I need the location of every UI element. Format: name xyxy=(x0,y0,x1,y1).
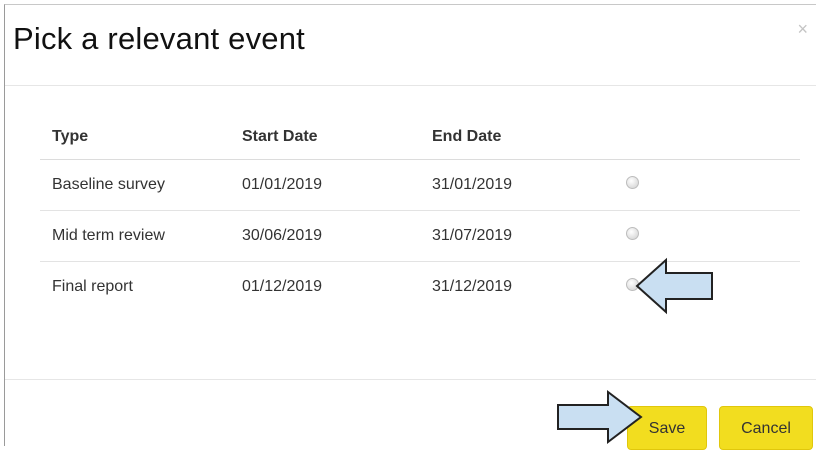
column-header-type: Type xyxy=(40,115,230,160)
column-header-select xyxy=(610,115,800,160)
dialog-title: Pick a relevant event xyxy=(13,21,305,56)
start-date-cell: 01/12/2019 xyxy=(242,278,323,295)
pick-event-dialog: Pick a relevant event × Type Start Date … xyxy=(4,4,816,450)
table-row: Mid term review 30/06/2019 31/07/2019 xyxy=(40,210,800,262)
dialog-header: Pick a relevant event × xyxy=(5,5,816,86)
event-type-cell: Final report xyxy=(52,278,133,295)
end-date-cell: 31/07/2019 xyxy=(420,210,610,262)
end-date-cell: 31/12/2019 xyxy=(432,278,513,295)
select-cell xyxy=(610,210,800,262)
table-row: Baseline survey 01/01/2019 31/01/2019 xyxy=(40,159,800,211)
dialog-footer: Save Cancel xyxy=(5,379,816,450)
column-header-end-date: End Date xyxy=(420,115,610,160)
table-header-row: Type Start Date End Date xyxy=(40,115,800,160)
close-icon[interactable]: × xyxy=(797,19,808,40)
end-date-cell: 31/01/2019 xyxy=(420,159,610,211)
start-date-cell: 01/01/2019 xyxy=(230,159,420,211)
event-radio-mid-term-review[interactable] xyxy=(626,227,639,240)
event-type-cell: Baseline survey xyxy=(40,159,230,211)
arrow-right-icon xyxy=(557,389,643,445)
cancel-button[interactable]: Cancel xyxy=(719,406,813,450)
start-date-cell: 30/06/2019 xyxy=(230,210,420,262)
column-header-start-date: Start Date xyxy=(230,115,420,160)
arrow-left-icon xyxy=(635,257,713,315)
select-cell xyxy=(610,159,800,211)
event-type-cell: Mid term review xyxy=(40,210,230,262)
event-radio-baseline-survey[interactable] xyxy=(626,176,639,189)
